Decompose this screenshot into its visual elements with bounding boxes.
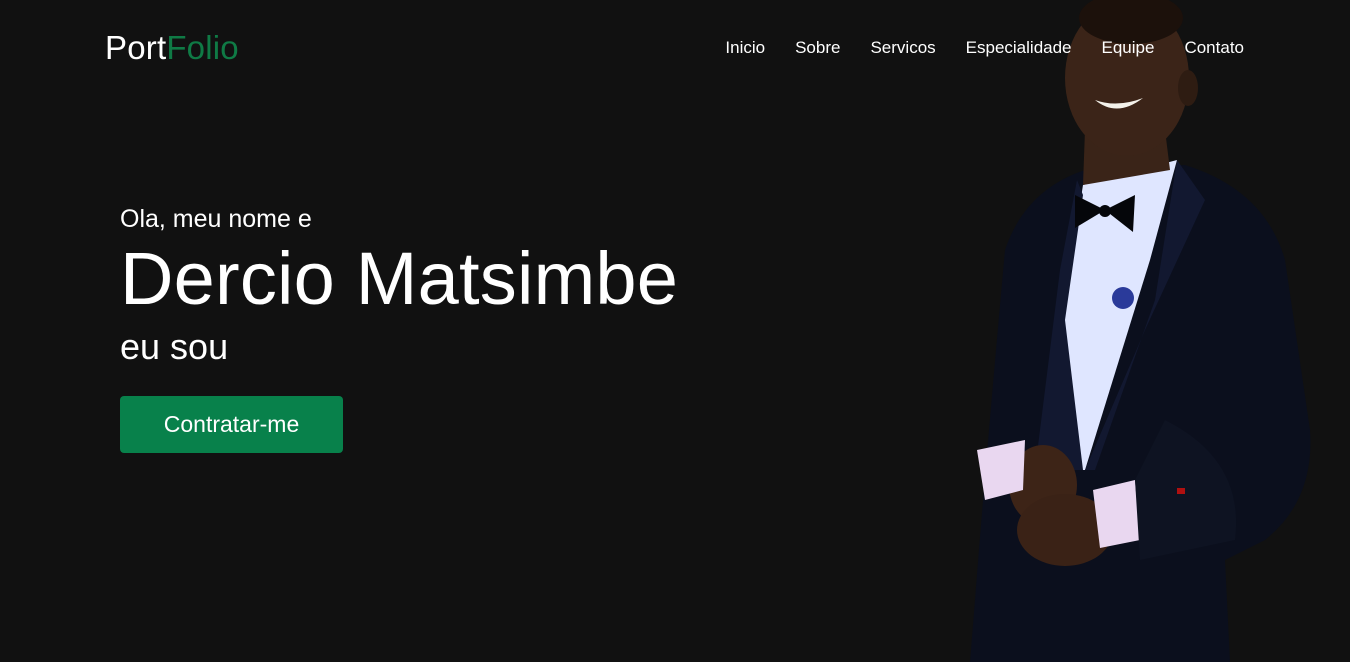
hero-role: eu sou bbox=[120, 326, 229, 367]
portrait-photo bbox=[970, 0, 1311, 662]
nav-link-especialidade[interactable]: Especialidade bbox=[966, 37, 1072, 59]
logo-text-folio: Folio bbox=[166, 29, 239, 66]
logo[interactable]: PortFolio bbox=[105, 28, 239, 68]
hire-me-button[interactable]: Contratar-me bbox=[120, 396, 343, 453]
nav-link-sobre[interactable]: Sobre bbox=[795, 37, 840, 59]
hero-greeting: Ola, meu nome e bbox=[120, 205, 312, 233]
nav-link-contato[interactable]: Contato bbox=[1184, 37, 1244, 59]
hero-name: Dercio Matsimbe bbox=[120, 237, 679, 320]
main-nav: Inicio Sobre Servicos Especialidade Equi… bbox=[725, 37, 1244, 59]
hero-section: Ola, meu nome e Dercio Matsimbe eu sou C… bbox=[120, 203, 678, 453]
nav-link-servicos[interactable]: Servicos bbox=[870, 37, 935, 59]
nav-link-inicio[interactable]: Inicio bbox=[725, 37, 765, 59]
logo-text-port: Port bbox=[105, 29, 167, 66]
nav-link-equipe[interactable]: Equipe bbox=[1102, 37, 1155, 59]
